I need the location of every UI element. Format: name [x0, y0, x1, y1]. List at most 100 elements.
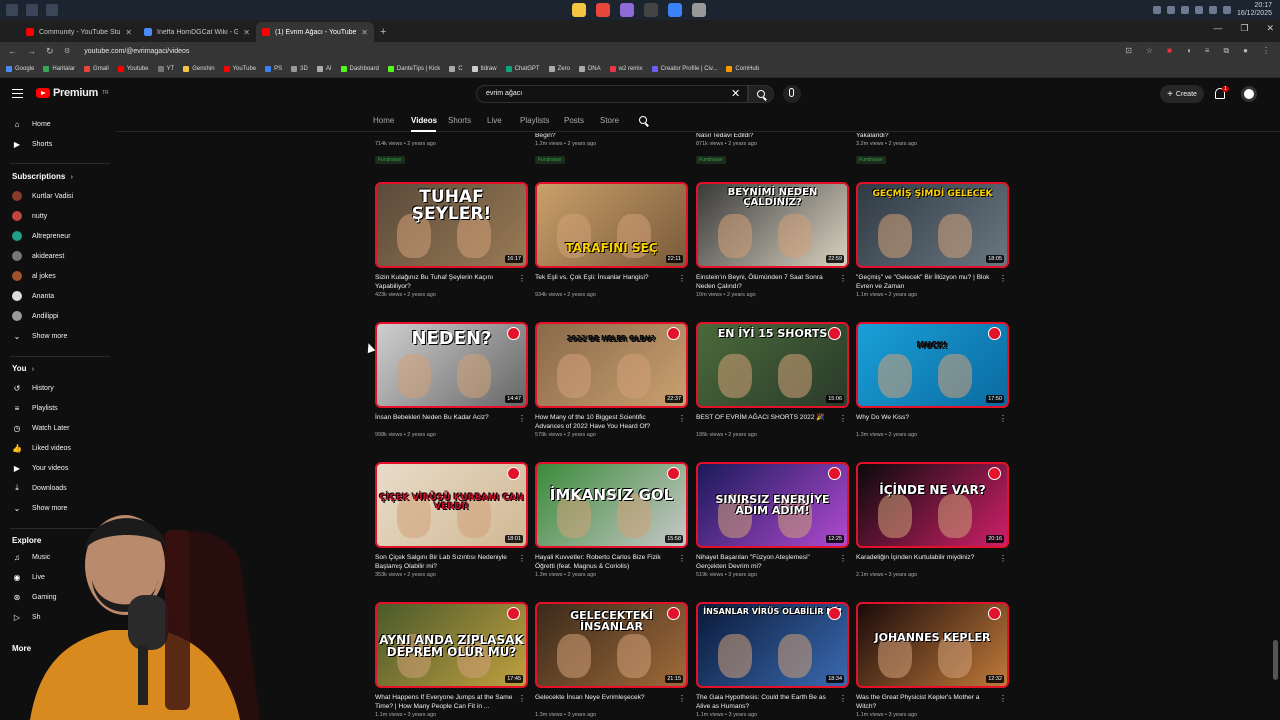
sidebar-item[interactable]: Andilippi	[12, 308, 112, 324]
video-thumbnail[interactable]: EN İYİ 15 SHORTS 15:06	[696, 322, 849, 408]
you-heading[interactable]: You ›	[12, 364, 34, 373]
video-thumbnail[interactable]: GELECEKTEKİ İNSANLAR 21:15	[535, 602, 688, 688]
sidebar-item-shorts[interactable]: ▶ Shorts	[12, 136, 112, 152]
video-card[interactable]: ÇİÇEK VİRÜSÜ KURBANI CAN VERDİ! 18:01 Son …	[375, 462, 528, 579]
sidebar-item[interactable]: ▶ Your videos	[12, 460, 112, 476]
app-icon[interactable]	[692, 3, 706, 17]
more-actions-icon[interactable]: ⋮	[678, 694, 686, 703]
more-actions-icon[interactable]: ⋮	[678, 554, 686, 563]
close-tab-icon[interactable]: ✕	[125, 28, 132, 37]
video-card[interactable]: TARAFINI SEÇ 22:11 Tek Eşli vs. Çok Eşli: …	[535, 182, 688, 299]
chrome-icon[interactable]	[596, 3, 610, 17]
sidebar-item[interactable]: ⌄ Show more	[12, 328, 112, 344]
video-title[interactable]: Sizin Kulağınız Bu Tuhaf Şeylerin Kaçını…	[375, 273, 515, 291]
account-avatar[interactable]	[1241, 86, 1257, 102]
more-actions-icon[interactable]: ⋮	[839, 414, 847, 423]
video-thumbnail[interactable]: TUHAF ŞEYLER! 16:17	[375, 182, 528, 268]
video-card[interactable]: 2022'DE NELER OLDU? 22:37 How Many of the …	[535, 322, 688, 439]
close-tab-icon[interactable]: ✕	[361, 28, 368, 37]
more-actions-icon[interactable]: ⋮	[999, 694, 1007, 703]
more-actions-icon[interactable]: ⋮	[839, 554, 847, 563]
task-view-icon[interactable]	[46, 4, 58, 16]
install-icon[interactable]: ⊡	[1125, 46, 1132, 56]
sidebar-item[interactable]: ⤓ Downloads	[12, 480, 112, 496]
site-info-icon[interactable]: ⚙	[64, 47, 70, 55]
browser-tab[interactable]: Ineffa HomDGCat Wiki - Gensh... ✕	[138, 22, 256, 42]
video-title[interactable]: Nasıl Tedavi Edildi?	[696, 133, 836, 140]
system-clock[interactable]: 20:17 16/12/2025	[1237, 2, 1272, 18]
video-card[interactable]: EN İYİ 15 SHORTS 15:06 BEST OF EVRİM AĞACI…	[696, 322, 849, 439]
bookmark-item[interactable]: w2 remix	[609, 65, 643, 72]
bookmark-item[interactable]: tldraw	[471, 65, 497, 72]
video-card[interactable]: İNSANLAR VİRÜS OLABİLİR Mİ? 18:34 The Gaia…	[696, 602, 849, 719]
bookmark-item[interactable]: ChatGPT	[505, 65, 540, 72]
close-window-icon[interactable]: ✕	[1266, 23, 1274, 34]
video-thumbnail[interactable]: GEÇMİŞ ŞİMDİ GELECEK 18:05	[856, 182, 1009, 268]
clear-search-icon[interactable]: ✕	[731, 87, 740, 100]
more-actions-icon[interactable]: ⋮	[839, 274, 847, 283]
more-actions-icon[interactable]: ⋮	[518, 694, 526, 703]
video-title[interactable]: How Many of the 10 Biggest Scientific Ad…	[535, 413, 675, 431]
bookmark-item[interactable]: Creator Profile | Civ...	[651, 65, 717, 72]
video-card-partial[interactable]: 714k views • 2 years ago Fundraiser	[375, 133, 528, 166]
tab-videos[interactable]: Videos	[411, 116, 437, 125]
extensions-puzzle-icon[interactable]: ⧉	[1223, 46, 1229, 56]
bookmark-item[interactable]: DanteTips | Kick	[387, 65, 440, 72]
close-tab-icon[interactable]: ✕	[243, 28, 250, 37]
extension-icon[interactable]: ◑	[1186, 46, 1191, 56]
bookmark-item[interactable]: Google	[6, 65, 34, 72]
video-title[interactable]: The Gaia Hypothesis: Could the Earth Be …	[696, 693, 836, 711]
video-thumbnail[interactable]: JOHANNES KEPLER 12:32	[856, 602, 1009, 688]
extension-icon[interactable]: ≡	[1205, 46, 1210, 56]
tray-icon[interactable]	[1194, 6, 1203, 14]
bookmark-item[interactable]: Youtube	[117, 65, 149, 72]
reload-icon[interactable]: ↻	[46, 46, 54, 57]
more-actions-icon[interactable]: ⋮	[999, 554, 1007, 563]
new-tab-button[interactable]: +	[380, 22, 386, 42]
sidebar-item[interactable]: nutty	[12, 208, 112, 224]
video-card[interactable]: BEYNİMİ NEDEN ÇALDINIZ? 22:59 Einstein'ın …	[696, 182, 849, 299]
tab-posts[interactable]: Posts	[564, 116, 584, 125]
sidebar-item[interactable]: Altrepreneur	[12, 228, 112, 244]
sidebar-item[interactable]: ⌄ Show more	[12, 500, 112, 516]
video-thumbnail[interactable]: ÇİÇEK VİRÜSÜ KURBANI CAN VERDİ! 18:01	[375, 462, 528, 548]
tray-icon[interactable]	[1152, 6, 1161, 14]
sidebar-item[interactable]: ↺ History	[12, 380, 112, 396]
sidebar-item[interactable]: akidearest	[12, 248, 112, 264]
video-thumbnail[interactable]: İNSANLAR VİRÜS OLABİLİR Mİ? 18:34	[696, 602, 849, 688]
sidebar-item[interactable]: ▷ Sh	[12, 609, 112, 625]
forward-icon[interactable]: →	[27, 46, 36, 57]
bookmark-item[interactable]: DNA	[578, 65, 601, 72]
video-title[interactable]: Karadeliğin İçinden Kurtulabilir miydini…	[856, 553, 996, 571]
video-card[interactable]: SINIRSIZ ENERJİYE ADIM ADIM! 12:25 Nihayet…	[696, 462, 849, 579]
video-card-partial[interactable]: Nasıl Tedavi Edildi? 871k views • 2 years…	[696, 133, 849, 166]
more-actions-icon[interactable]: ⋮	[999, 274, 1007, 283]
more-actions-icon[interactable]: ⋮	[518, 554, 526, 563]
tray-icon[interactable]	[1208, 6, 1217, 14]
tray-icon[interactable]	[1222, 6, 1231, 14]
video-title[interactable]: Nihayet Başarılan "Füzyon Ateşlemesi" Ge…	[696, 553, 836, 571]
video-thumbnail[interactable]: SINIRSIZ ENERJİYE ADIM ADIM! 12:25	[696, 462, 849, 548]
more-actions-icon[interactable]: ⋮	[678, 414, 686, 423]
sidebar-item[interactable]: ◷ Watch Later	[12, 420, 112, 436]
tab-store[interactable]: Store	[600, 116, 619, 125]
sidebar-item-home[interactable]: ⌂ Home	[12, 116, 112, 132]
video-title[interactable]: What Happens If Everyone Jumps at the Sa…	[375, 693, 515, 711]
video-title[interactable]: Yakalandı?	[856, 133, 996, 140]
browser-tab[interactable]: Community - YouTube Studio ✕	[20, 22, 138, 42]
video-thumbnail[interactable]: NEDEN? 14:47	[375, 322, 528, 408]
bookmark-item[interactable]: AI	[316, 65, 332, 72]
bookmark-item[interactable]: Genshin	[183, 65, 215, 72]
create-button[interactable]: + Create	[1160, 85, 1204, 103]
video-title[interactable]: "Geçmiş" ve "Gelecek" Bir İllüzyon mu? |…	[856, 273, 996, 291]
bookmark-item[interactable]: YouTube	[223, 65, 256, 72]
scrollbar-thumb[interactable]	[1273, 640, 1278, 680]
sidebar-item[interactable]: Kurtlar Vadisi	[12, 188, 112, 204]
extension-icon[interactable]: ■	[1167, 46, 1172, 56]
video-card[interactable]: MUCK! 17:50 Why Do We Kiss? 1.3m views • 2 …	[856, 322, 1009, 439]
video-title[interactable]: Einstein'ın Beyni, Ölümünden 7 Saat Sonr…	[696, 273, 836, 291]
more-actions-icon[interactable]: ⋮	[839, 694, 847, 703]
chrome-menu-icon[interactable]: ⋮	[1262, 46, 1270, 56]
back-icon[interactable]: ←	[8, 46, 17, 57]
video-card[interactable]: İÇİNDE NE VAR? 20:16 Karadeliğin İçinden K…	[856, 462, 1009, 579]
